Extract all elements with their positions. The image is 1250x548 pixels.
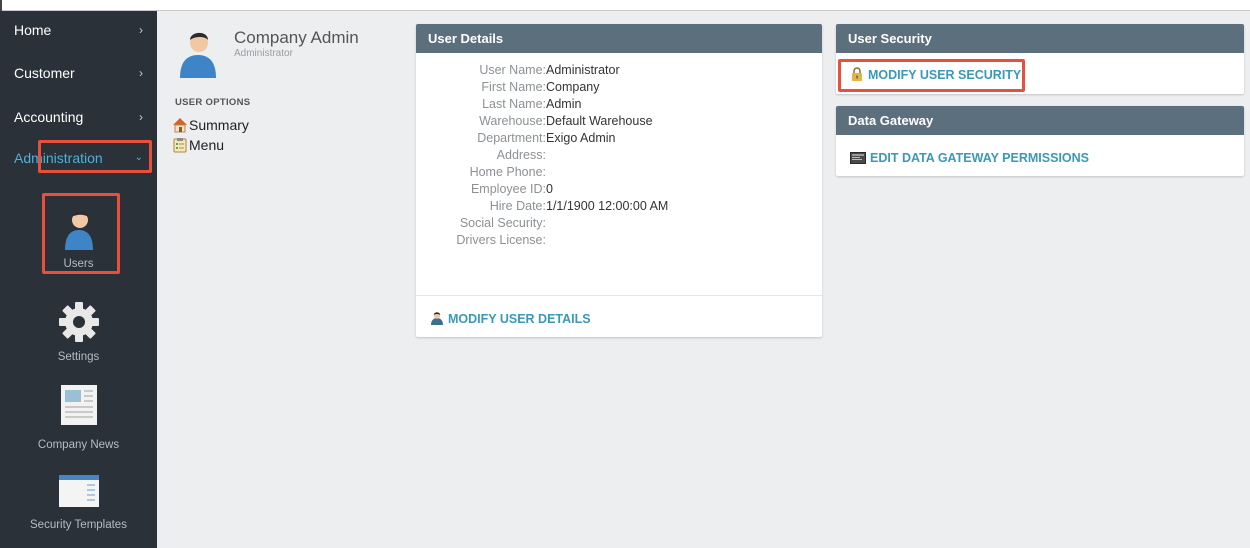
detail-row: User Name: Administrator <box>416 62 826 79</box>
lock-icon <box>852 67 862 81</box>
newspaper-icon <box>60 385 97 425</box>
tool-company-news[interactable]: Company News <box>0 383 157 451</box>
modify-user-details-link[interactable]: MODIFY USER DETAILS <box>430 311 591 326</box>
option-menu-label: Menu <box>189 137 225 153</box>
detail-value: Administrator <box>546 63 620 77</box>
nav-accounting-label: Accounting <box>14 109 84 125</box>
user-details-fields: User Name: Administrator First Name: Compa… <box>416 62 826 249</box>
detail-value: 1/1/1900 12:00:00 AM <box>546 199 669 213</box>
detail-label: Hire Date: <box>489 199 546 213</box>
modify-user-details-label: MODIFY USER DETAILS <box>448 312 591 326</box>
detail-label: Last Name: <box>482 97 546 111</box>
detail-label: Drivers License: <box>456 233 546 247</box>
nav-administration-label: Administration <box>14 150 103 166</box>
option-summary-label: Summary <box>189 117 249 133</box>
detail-row: Employee ID: 0 <box>416 181 826 198</box>
option-menu[interactable]: Menu <box>172 137 224 153</box>
modify-user-security-label: MODIFY USER SECURITY <box>868 68 1022 82</box>
detail-label: Home Phone: <box>469 165 546 179</box>
chevron-right-icon: › <box>139 66 143 80</box>
gateway-icon <box>850 152 866 164</box>
nav-administration[interactable]: Administration ⌄ <box>0 141 157 175</box>
detail-value: Exigo Admin <box>546 131 616 145</box>
detail-row: Drivers License: <box>416 232 826 249</box>
user-security-panel: User Security MODIFY USER SECURITY <box>836 24 1244 94</box>
data-gateway-panel: Data Gateway EDIT DATA GATEWAY PERMISSIO… <box>836 106 1244 176</box>
detail-row: Last Name: Admin <box>416 96 826 113</box>
user-security-title: User Security <box>836 24 1244 53</box>
tool-users[interactable]: Users <box>0 206 157 270</box>
detail-row: Warehouse: Default Warehouse <box>416 113 826 130</box>
user-details-title: User Details <box>416 24 822 53</box>
edit-data-gateway-permissions-link[interactable]: EDIT DATA GATEWAY PERMISSIONS <box>850 151 1089 165</box>
tool-settings-label: Settings <box>57 351 100 363</box>
chevron-down-icon: ⌄ <box>134 152 143 163</box>
nav-home-label: Home <box>14 22 52 38</box>
detail-row: Home Phone: <box>416 164 826 181</box>
detail-label: Social Security: <box>459 216 546 230</box>
nav-customer-label: Customer <box>14 65 75 81</box>
chevron-right-icon: › <box>139 110 143 124</box>
nav-home[interactable]: Home › <box>0 13 157 47</box>
profile-name: Company Admin <box>234 28 359 47</box>
user-icon <box>64 211 93 250</box>
tool-settings[interactable]: Settings <box>0 300 157 363</box>
detail-label: Employee ID: <box>470 182 546 196</box>
panel-divider <box>416 295 822 296</box>
top-bar <box>0 0 1250 11</box>
detail-label: User Name: <box>479 63 546 77</box>
sidebar: Home › Customer › Accounting › Administr… <box>0 11 157 548</box>
detail-label: Warehouse: <box>479 114 546 128</box>
nav-customer[interactable]: Customer › <box>0 56 157 90</box>
tool-company-news-label: Company News <box>37 439 120 451</box>
modify-user-security-link[interactable]: MODIFY USER SECURITY <box>850 67 1021 82</box>
avatar <box>180 32 216 78</box>
tool-users-label: Users <box>63 258 94 270</box>
detail-value: Default Warehouse <box>546 114 653 128</box>
detail-row: First Name: Company <box>416 79 826 96</box>
edit-data-gateway-permissions-label: EDIT DATA GATEWAY PERMISSIONS <box>870 151 1090 165</box>
option-summary[interactable]: Summary <box>172 117 249 133</box>
user-icon <box>431 312 443 325</box>
detail-value: Company <box>546 80 600 94</box>
nav-accounting[interactable]: Accounting › <box>0 100 157 134</box>
gear-icon <box>58 302 99 342</box>
chevron-right-icon: › <box>139 23 143 37</box>
detail-row: Department: Exigo Admin <box>416 130 826 147</box>
detail-value: Admin <box>546 97 582 111</box>
house-icon <box>173 118 187 133</box>
detail-label: Address: <box>496 148 546 162</box>
detail-label: Department: <box>477 131 546 145</box>
profile-role: Administrator <box>234 48 293 59</box>
window-icon <box>58 475 99 507</box>
detail-value: 0 <box>546 182 553 196</box>
top-bar-edge <box>0 0 2 11</box>
tool-security-templates-label: Security Templates <box>30 519 127 531</box>
user-options-title: USER OPTIONS <box>175 97 251 108</box>
user-details-panel: User Details User Name: Administrator Fir… <box>416 24 822 337</box>
detail-row: Hire Date: 1/1/1900 12:00:00 AM <box>416 198 826 215</box>
data-gateway-title: Data Gateway <box>836 106 1244 135</box>
clipboard-icon <box>173 138 187 153</box>
detail-row: Social Security: <box>416 215 826 232</box>
tool-security-templates[interactable]: Security Templates <box>0 471 157 531</box>
detail-row: Address: <box>416 147 826 164</box>
detail-label: First Name: <box>481 80 546 94</box>
